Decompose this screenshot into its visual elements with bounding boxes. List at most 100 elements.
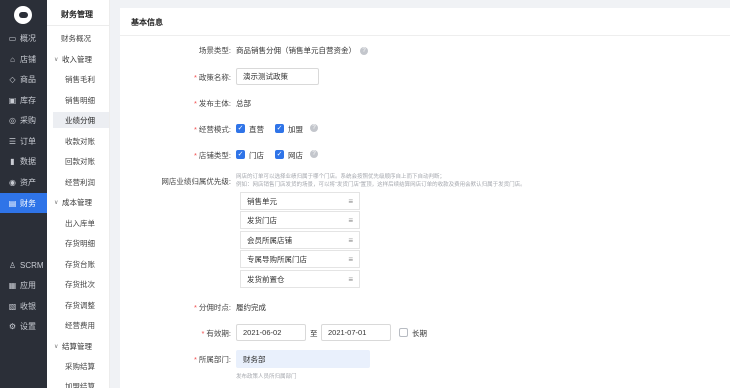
drag-handle-icon[interactable]: ≡ [348, 255, 353, 264]
nav-item-overview[interactable]: ▭ 概况 [0, 28, 47, 48]
sidebar-item-inventory-batch[interactable]: 存货批次 [47, 276, 110, 292]
drag-handle-icon[interactable]: ≡ [348, 236, 353, 245]
sidebar-item-sales-margin[interactable]: 销售毛利 [47, 71, 110, 87]
user-icon: ♙ [8, 260, 17, 270]
sidebar-group-label: 收入管理 [62, 54, 92, 64]
priority-item-label: 销售单元 [247, 196, 277, 206]
priority-label: 网店业绩归属优先级: [161, 177, 231, 186]
chevron-down-icon: ∨ [54, 199, 59, 206]
business-mode-label: * 经营模式: [193, 125, 231, 134]
app-logo[interactable] [14, 6, 32, 24]
sidebar-item-payment-recon[interactable]: 回款对账 [47, 153, 110, 169]
franchise-checkbox[interactable]: ✓ [275, 124, 284, 133]
nav-item-scrm[interactable]: ♙ SCRM [0, 255, 47, 275]
nav-item-label: 商品 [20, 74, 36, 84]
scene-type-value: 商品销售分佣（销售单元自营资金）? [236, 45, 368, 56]
priority-item[interactable]: 发货门店 ≡ [240, 211, 360, 229]
nav-item-label: 应用 [20, 280, 36, 290]
priority-item[interactable]: 会员所属店铺 ≡ [240, 231, 360, 249]
store-icon: ⌂ [10, 54, 15, 64]
nav-item-label: 收银 [20, 301, 36, 311]
nav-item-label: 订单 [20, 136, 36, 146]
priority-item-label: 专属导购所属门店 [247, 254, 307, 264]
online-store-checkbox[interactable]: ✓ [275, 150, 284, 159]
priority-item[interactable]: 销售单元 ≡ [240, 192, 360, 210]
sidebar-group-label: 成本管理 [62, 197, 92, 207]
nav-item-label: 设置 [20, 321, 36, 331]
priority-item-label: 发货前置仓 [247, 274, 285, 284]
physical-store-checkbox[interactable]: ✓ [236, 150, 245, 159]
main-content: 基本信息 场景类型: 商品销售分佣（销售单元自营资金）? * 政策名称: 演示测试… [120, 8, 730, 388]
gear-icon: ⚙ [8, 321, 17, 331]
help-icon[interactable]: ? [360, 47, 368, 56]
nav-item-label: 资产 [20, 177, 36, 187]
chevron-down-icon: ∨ [54, 56, 59, 63]
drag-handle-icon[interactable]: ≡ [348, 197, 353, 206]
tag-icon: ◇ [9, 74, 16, 84]
online-store-checkbox-label: 网店 [288, 151, 303, 160]
bar-chart-icon: ▮ [10, 156, 15, 166]
nav-item-label: 店铺 [20, 54, 36, 64]
department-label: * 所属部门: [193, 355, 231, 364]
priority-item-label: 会员所属店铺 [247, 235, 292, 245]
scene-type-text: 商品销售分佣（销售单元自营资金） [236, 46, 356, 55]
monitor-icon: ▭ [8, 33, 17, 43]
validity-label: * 有效期: [201, 329, 231, 338]
long-term-checkbox[interactable] [399, 328, 408, 337]
nav-item-goods[interactable]: ◇ 商品 [0, 69, 47, 89]
sidebar-item-sales-detail[interactable]: 销售明细 [47, 92, 110, 108]
direct-checkbox[interactable]: ✓ [236, 124, 245, 133]
sidebar-item-purchase-settlement[interactable]: 采购结算 [47, 358, 110, 374]
divider [120, 35, 730, 36]
priority-item[interactable]: 发货前置仓 ≡ [240, 270, 360, 288]
nav-item-label: 库存 [20, 95, 36, 105]
sidebar-group-settlement[interactable]: ∨ 结算管理 [47, 338, 110, 354]
grid-icon: ▦ [8, 280, 17, 290]
policy-name-label: * 政策名称: [193, 73, 231, 82]
sidebar-item-operating-profit[interactable]: 经营利润 [47, 174, 110, 190]
sidebar-item-inventory-ledger[interactable]: 存货台账 [47, 256, 110, 272]
drag-handle-icon[interactable]: ≡ [348, 275, 353, 284]
nav-item-label: 概况 [20, 33, 36, 43]
nav-item-apps[interactable]: ▦ 应用 [0, 275, 47, 295]
sidebar-item-commission[interactable]: 业绩分佣 [53, 112, 109, 128]
drag-handle-icon[interactable]: ≡ [348, 216, 353, 225]
list-icon: ☰ [8, 136, 17, 146]
commission-time-value: 履约完成 [236, 303, 266, 312]
cart-icon: ◎ [9, 115, 16, 125]
priority-item[interactable]: 专属导购所属门店 ≡ [240, 250, 360, 268]
nav-item-orders[interactable]: ☰ 订单 [0, 131, 47, 151]
sidebar-item-inventory-detail[interactable]: 存货明细 [47, 235, 110, 251]
nav-item-purchase[interactable]: ◎ 采购 [0, 110, 47, 130]
sidebar-item-inventory-adjust[interactable]: 存货调整 [47, 297, 110, 313]
sidebar-item-stock-orders[interactable]: 出入库单 [47, 215, 110, 231]
nav-item-assets[interactable]: ◉ 资产 [0, 172, 47, 192]
priority-item-label: 发货门店 [247, 215, 277, 225]
wallet-icon: ▤ [8, 198, 17, 208]
sidebar-item-receipt-recon[interactable]: 收款对账 [47, 133, 110, 149]
sidebar-group-cost[interactable]: ∨ 成本管理 [47, 194, 110, 210]
cashier-icon: ▧ [8, 301, 17, 311]
start-date-input[interactable]: 2021-06-02 [236, 324, 306, 341]
sidebar-group-income[interactable]: ∨ 收入管理 [47, 51, 110, 67]
physical-store-checkbox-label: 门店 [249, 151, 264, 160]
policy-name-input[interactable]: 演示测试政策 [236, 68, 319, 85]
sidebar-item-franchise-settlement[interactable]: 加盟结算 [47, 378, 110, 388]
sidebar-group-label: 结算管理 [62, 341, 92, 351]
sidebar-title: 财务管理 [61, 10, 93, 19]
warehouse-icon: ▣ [8, 95, 17, 105]
sidebar-item-finance-overview[interactable]: 财务概况 [47, 30, 110, 46]
department-select[interactable]: 财务部 [236, 350, 370, 368]
nav-item-inventory[interactable]: ▣ 库存 [0, 90, 47, 110]
help-icon[interactable]: ? [310, 150, 318, 158]
nav-item-data[interactable]: ▮ 数据 [0, 151, 47, 171]
sidebar-item-operating-expense[interactable]: 经营费用 [47, 317, 110, 333]
nav-item-finance[interactable]: ▤ 财务 [0, 193, 47, 213]
nav-item-cashier[interactable]: ▧ 收银 [0, 296, 47, 316]
nav-item-settings[interactable]: ⚙ 设置 [0, 316, 47, 336]
help-icon[interactable]: ? [310, 124, 318, 132]
end-date-input[interactable]: 2021-07-01 [321, 324, 391, 341]
publisher-label: * 发布主体: [193, 99, 231, 108]
nav-item-store[interactable]: ⌂ 店铺 [0, 49, 47, 69]
department-hint: 发布政策人员所归属部门 [236, 374, 297, 380]
